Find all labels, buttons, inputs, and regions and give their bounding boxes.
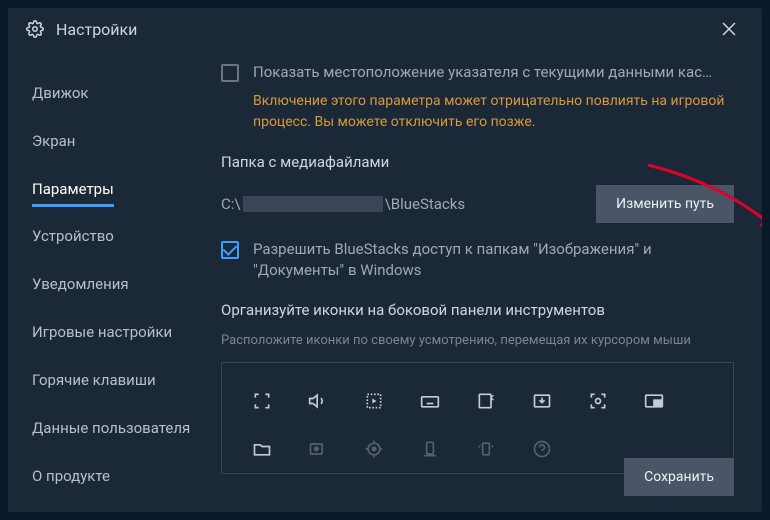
camera-icon[interactable]: [574, 381, 622, 421]
shake-icon[interactable]: [462, 429, 510, 469]
pip-icon[interactable]: [630, 381, 678, 421]
record-icon[interactable]: [294, 429, 342, 469]
folder-icon[interactable]: [238, 429, 286, 469]
more-icon[interactable]: [518, 429, 566, 469]
titlebar: Настройки: [8, 8, 762, 50]
gear-icon: [26, 20, 44, 38]
sidebar-item-engine[interactable]: Движок: [32, 74, 89, 112]
screenshot-icon[interactable]: [518, 381, 566, 421]
change-path-button[interactable]: Изменить путь: [596, 185, 734, 223]
warning-text: Включение этого параметра может отрицате…: [253, 91, 734, 133]
sidebar-item-user-data[interactable]: Данные пользователя: [32, 409, 190, 447]
settings-window: Настройки Движок Экран Параметры Устройс…: [8, 8, 762, 512]
sidebar-item-game-settings[interactable]: Игровые настройки: [32, 313, 172, 351]
footer: Сохранить: [624, 458, 734, 496]
body: Движок Экран Параметры Устройство Уведом…: [8, 50, 762, 512]
rotate-icon[interactable]: [406, 429, 454, 469]
sidebar-item-notifications[interactable]: Уведомления: [32, 265, 129, 303]
sidebar-item-screen[interactable]: Экран: [32, 122, 75, 160]
pointer-location-row: Показать местоположение указателя с теку…: [221, 62, 734, 83]
organize-icons-title: Организуйте иконки на боковой панели инс…: [221, 301, 734, 319]
sidebar-item-hotkeys[interactable]: Горячие клавиши: [32, 361, 156, 399]
window-title: Настройки: [56, 20, 714, 39]
allow-access-checkbox[interactable]: [221, 241, 239, 259]
pointer-location-checkbox[interactable]: [221, 64, 239, 82]
organize-icons-subtitle: Расположите иконки по своему усмотрению,…: [221, 333, 734, 348]
keyboard-icon[interactable]: [406, 381, 454, 421]
install-apk-icon[interactable]: [462, 381, 510, 421]
allow-access-row: Разрешить BlueStacks доступ к папкам "Из…: [221, 239, 734, 281]
volume-icon[interactable]: [294, 381, 342, 421]
fullscreen-icon[interactable]: [238, 381, 286, 421]
media-path-row: C:\ \BlueStacks Изменить путь: [221, 185, 734, 223]
sidebar-item-settings[interactable]: Параметры: [32, 170, 114, 207]
save-button[interactable]: Сохранить: [624, 458, 734, 496]
close-icon: [722, 22, 736, 36]
redacted-path-segment: [243, 196, 383, 212]
close-button[interactable]: [714, 18, 744, 40]
pointer-location-label: Показать местоположение указателя с теку…: [253, 62, 712, 83]
sidebar-item-device[interactable]: Устройство: [32, 217, 114, 255]
allow-access-label: Разрешить BlueStacks доступ к папкам "Из…: [253, 239, 734, 281]
location-icon[interactable]: [350, 429, 398, 469]
sidebar: Движок Экран Параметры Устройство Уведом…: [8, 50, 193, 512]
media-folder-title: Папка с медиафайлами: [221, 153, 734, 171]
media-path-text: C:\ \BlueStacks: [221, 195, 465, 213]
main-panel: Показать местоположение указателя с теку…: [193, 50, 762, 512]
sidebar-item-about[interactable]: О продукте: [32, 457, 110, 495]
macro-icon[interactable]: [350, 381, 398, 421]
